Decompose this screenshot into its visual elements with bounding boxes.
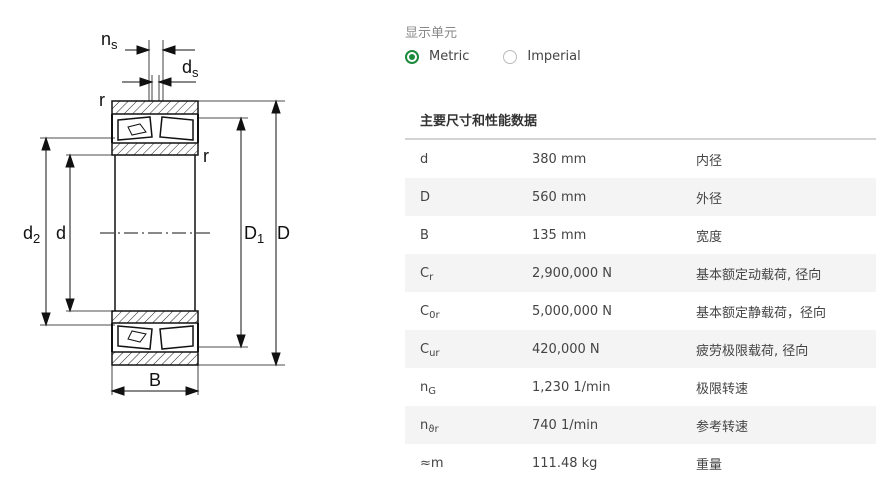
row-description: 参考转速: [696, 419, 749, 435]
table-row: nG 1,230 1/min 极限转速: [405, 368, 876, 406]
row-value: 740 1/min: [532, 417, 599, 433]
row-description: 极限转速: [696, 381, 749, 397]
table-row: Cr 2,900,000 N 基本额定动载荷, 径向: [405, 254, 876, 292]
label-ds: ds: [182, 57, 199, 80]
top-cross-section: [111, 100, 199, 156]
row-symbol: ≈m: [420, 455, 444, 471]
label-r-right: r: [203, 146, 209, 166]
row-symbol: nϑr: [420, 417, 439, 435]
units-radio-group: Metric Imperial: [405, 49, 615, 64]
row-description: 宽度: [696, 229, 723, 245]
label-d2: d2: [23, 223, 40, 246]
row-value: 111.48 kg: [532, 455, 598, 471]
row-symbol: B: [420, 227, 429, 243]
radio-button-unchecked[interactable]: [503, 49, 518, 64]
specs-table: d 380 mm 内径 D 560 mm 外径 B 135 mm 宽度 Cr 2…: [405, 140, 876, 482]
table-row: ≈m 111.48 kg 重量: [405, 444, 876, 482]
row-description: 内径: [696, 153, 723, 169]
row-value: 5,000,000 N: [532, 303, 613, 319]
table-row: Cur 420,000 N 疲劳极限载荷, 径向: [405, 330, 876, 368]
table-row: C0r 5,000,000 N 基本额定静载荷，径向: [405, 292, 876, 330]
label-B: B: [149, 370, 161, 390]
table-row: d 380 mm 内径: [405, 140, 876, 178]
section-title: 主要尺寸和性能数据: [420, 114, 538, 129]
label-r-top: r: [99, 90, 105, 110]
row-value: 135 mm: [532, 227, 587, 243]
row-value: 380 mm: [532, 151, 587, 167]
row-description: 基本额定静载荷，径向: [696, 305, 827, 321]
row-description: 重量: [696, 457, 723, 473]
row-description: 疲劳极限载荷, 径向: [696, 343, 809, 359]
label-d: d: [56, 223, 66, 243]
radio-metric[interactable]: Metric: [405, 49, 469, 64]
label-ns: ns: [101, 29, 118, 52]
label-D: D: [277, 223, 290, 243]
row-symbol: d: [420, 151, 429, 167]
row-value: 560 mm: [532, 189, 587, 205]
row-symbol: nG: [420, 379, 436, 397]
radio-metric-label: Metric: [429, 49, 470, 64]
bearing-drawing: ns ds r r d2 d D1 D B: [0, 0, 400, 496]
radio-imperial[interactable]: Imperial: [503, 49, 581, 64]
row-description: 基本额定动载荷, 径向: [696, 267, 822, 283]
table-row: nϑr 740 1/min 参考转速: [405, 406, 876, 444]
row-value: 1,230 1/min: [532, 379, 611, 395]
units-label: 显示单元: [405, 26, 458, 41]
bottom-cross-section: [111, 310, 199, 366]
table-row: B 135 mm 宽度: [405, 216, 876, 254]
radio-imperial-label: Imperial: [527, 49, 581, 64]
table-row: D 560 mm 外径: [405, 178, 876, 216]
radio-button-checked[interactable]: [405, 49, 419, 64]
row-symbol: Cr: [420, 265, 434, 283]
row-value: 420,000 N: [532, 341, 600, 357]
row-description: 外径: [696, 191, 723, 207]
row-symbol: C0r: [420, 303, 440, 321]
label-D1: D1: [244, 223, 264, 246]
row-symbol: D: [420, 189, 431, 205]
row-symbol: Cur: [420, 341, 440, 359]
row-value: 2,900,000 N: [532, 265, 613, 281]
